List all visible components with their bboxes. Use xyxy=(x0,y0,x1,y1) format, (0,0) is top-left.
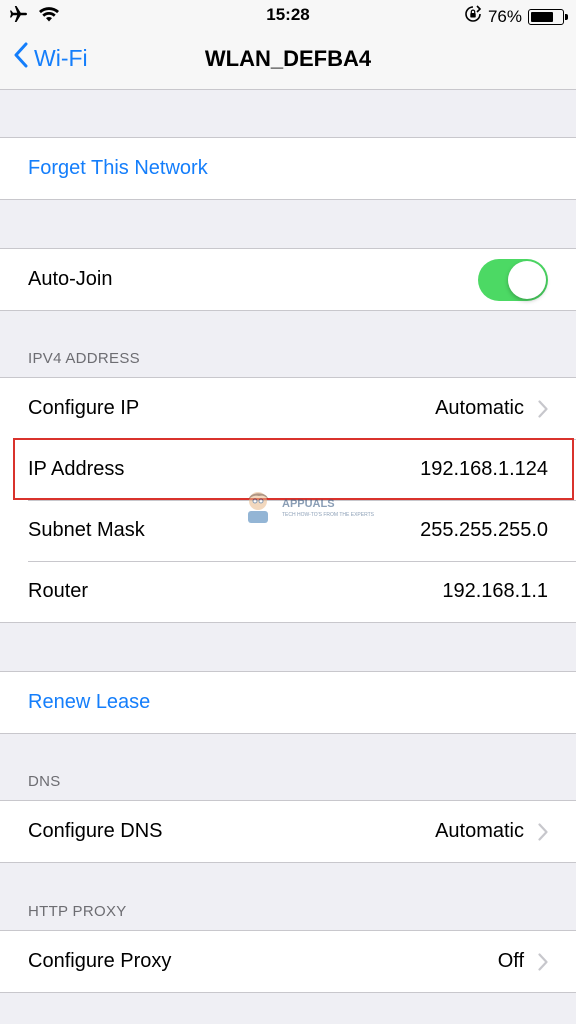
toggle-knob xyxy=(508,260,546,299)
configure-proxy-value: Off xyxy=(497,950,524,972)
router-value: 192.168.1.1 xyxy=(442,580,548,602)
chevron-right-icon xyxy=(538,822,548,841)
battery-fill xyxy=(531,11,553,22)
orientation-lock-icon xyxy=(464,5,482,28)
proxy-group: Configure Proxy Off xyxy=(0,930,576,993)
navigation-bar: Wi-Fi WLAN_DEFBA4 xyxy=(0,30,576,90)
auto-join-toggle[interactable] xyxy=(478,258,548,301)
appuals-watermark: APPUALS TECH HOW-TO'S FROM THE EXPERTS xyxy=(240,488,374,529)
configure-ip-value: Automatic xyxy=(435,397,524,419)
chevron-right-icon xyxy=(538,952,548,971)
watermark-brand: APPUALS xyxy=(282,498,335,510)
watermark-tagline: TECH HOW-TO'S FROM THE EXPERTS xyxy=(282,512,374,518)
status-right: 76% xyxy=(464,5,568,28)
auto-join-row: Auto-Join xyxy=(0,249,576,310)
appuals-mascot-icon xyxy=(240,488,278,529)
ipv4-section-header: IPV4 ADDRESS xyxy=(28,350,140,367)
router-label: Router xyxy=(28,580,89,602)
configure-proxy-label: Configure Proxy xyxy=(28,950,172,972)
configure-dns-value: Automatic xyxy=(435,820,524,842)
http-proxy-section-header: HTTP PROXY xyxy=(28,903,127,920)
status-bar: 15:28 76% xyxy=(0,0,576,30)
page-title: WLAN_DEFBA4 xyxy=(204,46,372,71)
auto-join-group: Auto-Join xyxy=(0,248,576,311)
renew-lease-button[interactable]: Renew Lease xyxy=(0,672,576,733)
battery-percent: 76% xyxy=(487,6,522,26)
auto-join-label: Auto-Join xyxy=(28,268,113,290)
renew-group: Renew Lease xyxy=(0,671,576,734)
chevron-right-icon xyxy=(538,399,548,418)
configure-dns-row[interactable]: Configure DNS Automatic xyxy=(0,801,576,862)
configure-proxy-row[interactable]: Configure Proxy Off xyxy=(0,931,576,992)
configure-ip-row[interactable]: Configure IP Automatic xyxy=(0,378,576,439)
watermark-text-group: APPUALS TECH HOW-TO'S FROM THE EXPERTS xyxy=(282,498,374,519)
dns-section-header: DNS xyxy=(28,773,61,790)
renew-lease-label: Renew Lease xyxy=(28,691,151,713)
forget-network-button[interactable]: Forget This Network xyxy=(0,138,576,199)
configure-ip-label: Configure IP xyxy=(28,397,140,419)
forget-network-label: Forget This Network xyxy=(28,157,208,179)
dns-group: Configure DNS Automatic xyxy=(0,800,576,863)
configure-dns-label: Configure DNS xyxy=(28,820,163,842)
battery-icon xyxy=(528,8,568,25)
router-row: Router 192.168.1.1 xyxy=(0,561,576,622)
forget-group: Forget This Network xyxy=(0,137,576,200)
subnet-mask-value: 255.255.255.0 xyxy=(420,519,548,541)
